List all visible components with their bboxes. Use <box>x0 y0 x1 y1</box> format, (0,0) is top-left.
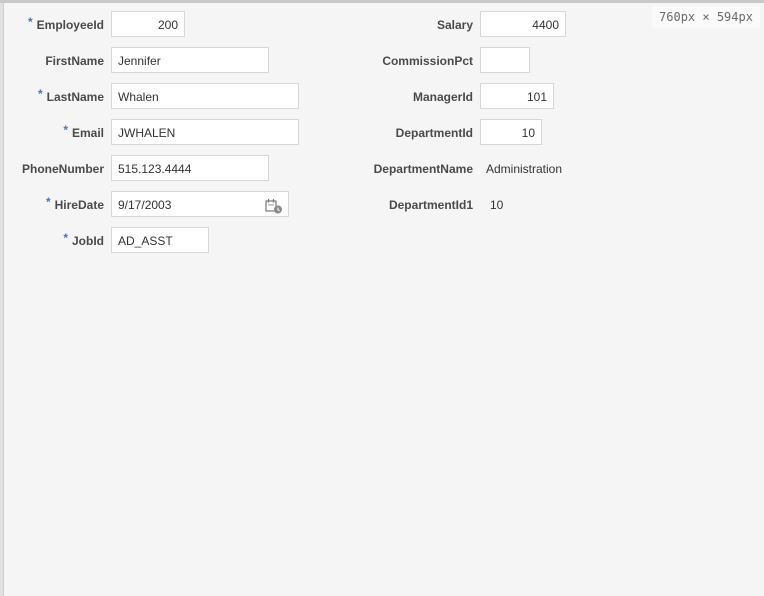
department-id1-value: 10 <box>490 198 504 212</box>
last-name-label: * LastName <box>0 83 104 111</box>
manager-id-label: ManagerId <box>412 90 473 104</box>
last-name-row: * LastName Whalen <box>0 83 300 111</box>
department-id-input[interactable]: 10 <box>480 119 542 145</box>
salary-input[interactable]: 4400 <box>480 11 566 37</box>
employee-id-input[interactable]: 200 <box>111 11 185 37</box>
commission-pct-row: CommissionPct <box>300 47 600 75</box>
department-name-label: DepartmentName <box>373 162 473 176</box>
department-id1-row: DepartmentId1 10 <box>300 191 600 219</box>
phone-number-label: PhoneNumber <box>21 162 104 176</box>
employee-id-label-text: EmployeeId <box>36 18 104 32</box>
employee-id-label: * EmployeeId <box>0 11 104 39</box>
salary-label: Salary <box>436 18 473 32</box>
manager-id-row: ManagerId 101 <box>300 83 600 111</box>
required-marker: * <box>63 123 68 137</box>
hire-date-value: 9/17/2003 <box>118 198 172 212</box>
job-id-label-text: JobId <box>72 234 104 248</box>
last-name-input[interactable]: Whalen <box>111 83 299 109</box>
email-row: * Email JWHALEN <box>0 119 300 147</box>
email-label: * Email <box>0 119 104 147</box>
department-id-row: DepartmentId 10 <box>300 119 600 147</box>
required-marker: * <box>37 87 43 101</box>
job-id-input[interactable]: AD_ASST <box>111 227 209 253</box>
department-id-label: DepartmentId <box>395 126 473 140</box>
department-name-row: DepartmentName Administration <box>300 155 600 183</box>
required-marker: * <box>45 195 51 209</box>
job-id-row: * JobId AD_ASST <box>0 227 300 255</box>
email-label-text: Email <box>71 126 104 140</box>
job-id-label: * JobId <box>0 227 104 255</box>
required-marker: * <box>27 15 33 29</box>
hire-date-label: * HireDate <box>0 191 104 219</box>
last-name-label-text: LastName <box>46 90 104 104</box>
viewport-size-badge: 760px × 594px <box>652 6 760 28</box>
employee-id-row: * EmployeeId 200 <box>0 11 300 39</box>
commission-pct-label: CommissionPct <box>382 54 473 68</box>
department-name-value: Administration <box>486 162 563 176</box>
first-name-label: FirstName <box>45 54 104 68</box>
first-name-row: FirstName Jennifer <box>0 47 300 75</box>
hire-date-input[interactable]: 9/17/2003 <box>111 191 289 217</box>
first-name-input[interactable]: Jennifer <box>111 47 269 73</box>
commission-pct-input[interactable] <box>480 47 530 73</box>
calendar-icon[interactable] <box>265 197 283 214</box>
department-id1-label: DepartmentId1 <box>388 198 473 212</box>
phone-number-input[interactable]: 515.123.4444 <box>111 155 269 181</box>
hire-date-row: * HireDate 9/17/2003 <box>0 191 300 219</box>
email-input[interactable]: JWHALEN <box>111 119 299 145</box>
top-border <box>0 0 764 3</box>
hire-date-label-text: HireDate <box>54 198 104 212</box>
salary-row: Salary 4400 <box>300 11 600 39</box>
manager-id-input[interactable]: 101 <box>480 83 554 109</box>
phone-number-row: PhoneNumber 515.123.4444 <box>0 155 300 183</box>
required-marker: * <box>63 231 68 245</box>
